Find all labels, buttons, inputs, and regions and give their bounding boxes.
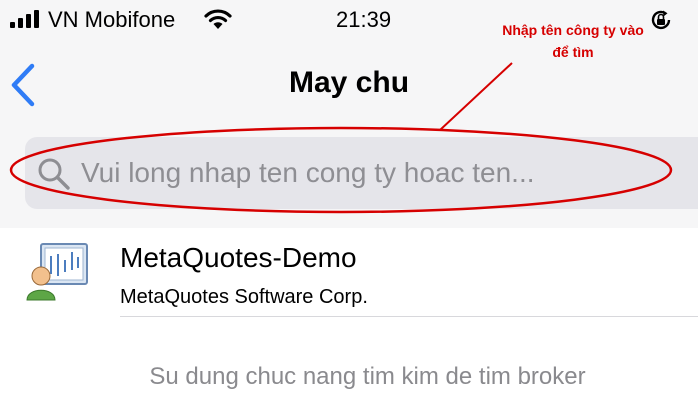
list-divider — [120, 316, 698, 317]
annotation-text: Nhập tên công ty vào để tìm — [502, 22, 644, 60]
annotation-arrow-line — [439, 62, 513, 131]
metaquotes-server-icon — [26, 243, 88, 301]
server-list-item[interactable]: MetaQuotes-Demo MetaQuotes Software Corp… — [0, 228, 698, 316]
search-hint-text: Su dung chuc nang tim kim de tim broker — [149, 363, 586, 390]
server-company: MetaQuotes Software Corp. — [120, 286, 368, 308]
annotation-ellipse — [9, 126, 673, 214]
server-name: MetaQuotes-Demo — [120, 242, 357, 273]
